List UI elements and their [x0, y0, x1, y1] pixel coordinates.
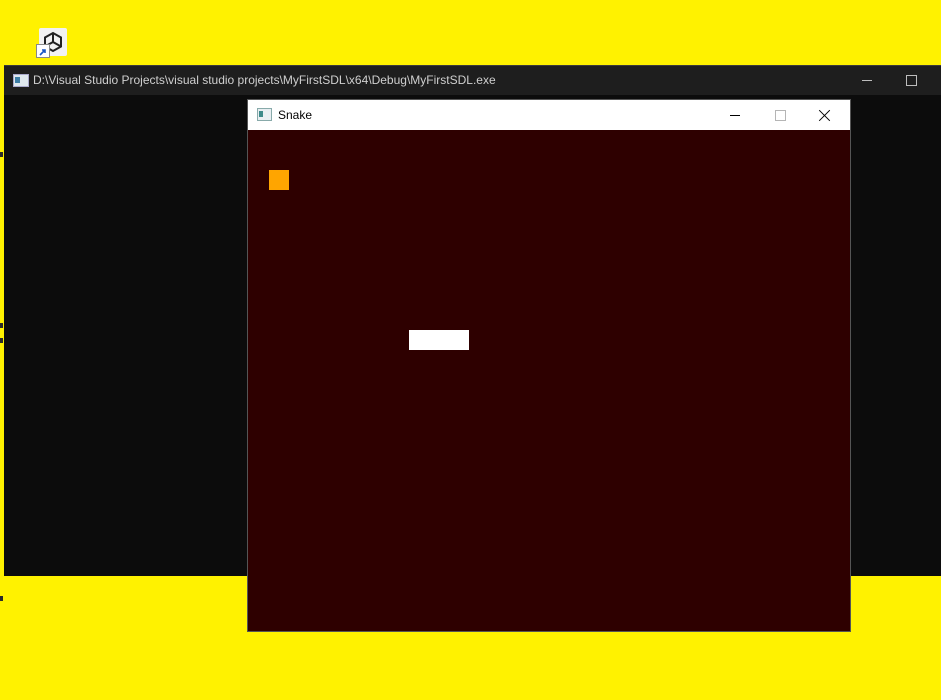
- snake-minimize-button[interactable]: [712, 100, 758, 130]
- minimize-icon: [862, 80, 872, 81]
- desktop-shortcut-icon[interactable]: [36, 28, 68, 58]
- desktop-edge-mark: [0, 152, 3, 157]
- snake-body: [409, 330, 469, 350]
- console-maximize-button[interactable]: [889, 66, 933, 95]
- minimize-icon: [730, 114, 740, 116]
- maximize-icon: [905, 75, 917, 86]
- desktop-edge-mark: [0, 323, 3, 328]
- shortcut-arrow-icon: [36, 44, 50, 58]
- snake-maximize-button[interactable]: [757, 100, 803, 130]
- maximize-icon: [774, 109, 786, 121]
- food-block: [269, 170, 289, 190]
- game-canvas[interactable]: [248, 130, 850, 631]
- sdl-app-icon: [257, 108, 272, 121]
- snake-window-title: Snake: [278, 108, 313, 122]
- console-minimize-button[interactable]: [845, 66, 889, 95]
- desktop-edge-mark: [0, 338, 3, 343]
- snake-close-button[interactable]: [802, 100, 848, 130]
- snake-window[interactable]: Snake: [248, 100, 850, 631]
- desktop-edge-mark: [0, 596, 3, 601]
- console-app-icon: [13, 74, 29, 87]
- console-titlebar[interactable]: D:\Visual Studio Projects\visual studio …: [4, 66, 941, 95]
- close-icon: [819, 109, 831, 121]
- snake-titlebar[interactable]: Snake: [248, 100, 850, 130]
- console-window-title: D:\Visual Studio Projects\visual studio …: [33, 73, 496, 87]
